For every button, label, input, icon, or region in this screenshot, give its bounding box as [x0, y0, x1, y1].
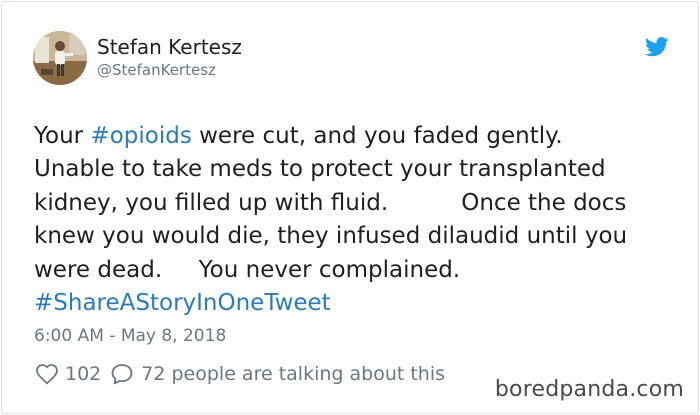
speech-bubble-icon	[111, 364, 133, 385]
hashtag-share-a-story-link[interactable]: #ShareAStoryInOneTweet	[34, 290, 331, 316]
tweet-line-2: Unable to take meds to protect your tran…	[34, 156, 606, 183]
avatar[interactable]	[33, 31, 87, 85]
twitter-bird-icon[interactable]	[645, 37, 669, 57]
tweet-text-segment: Your	[34, 123, 91, 149]
talking-count-text: 72 people are talking about this	[141, 363, 446, 385]
tweet-timestamp[interactable]: 6:00 AM - May 8, 2018	[34, 324, 226, 348]
hashtag-opioids-link[interactable]: #opioids	[90, 123, 191, 149]
tweet-text: Your #opioids were cut, and you faded ge…	[34, 120, 674, 320]
heart-icon	[36, 364, 58, 385]
tweet-line-3: kidney, you filled up with fluid. Once t…	[34, 189, 627, 216]
tweet-card: Stefan Kertesz @StefanKertesz Your #opio…	[1, 1, 699, 414]
avatar-photo	[33, 31, 87, 85]
tweet-line-5: were dead. You never complained.	[34, 256, 461, 283]
like-action[interactable]: 102	[35, 361, 101, 387]
tweet-line-4: knew you would die, they infused dilaudi…	[34, 223, 628, 250]
author-name[interactable]: Stefan Kertesz	[97, 34, 242, 60]
conversation-action[interactable]: 72 people are talking about this	[109, 361, 445, 387]
boredpanda-watermark: boredpanda.com	[494, 377, 684, 402]
tweet-actions: 102 72 people are talking about this	[35, 361, 445, 387]
like-count: 102	[65, 363, 102, 385]
author-handle[interactable]: @StefanKertesz	[97, 61, 216, 79]
tweet-line-1: Your #opioids were cut, and you faded ge…	[34, 120, 674, 153]
tweet-text-segment: were cut, and you faded gently.	[191, 123, 563, 149]
